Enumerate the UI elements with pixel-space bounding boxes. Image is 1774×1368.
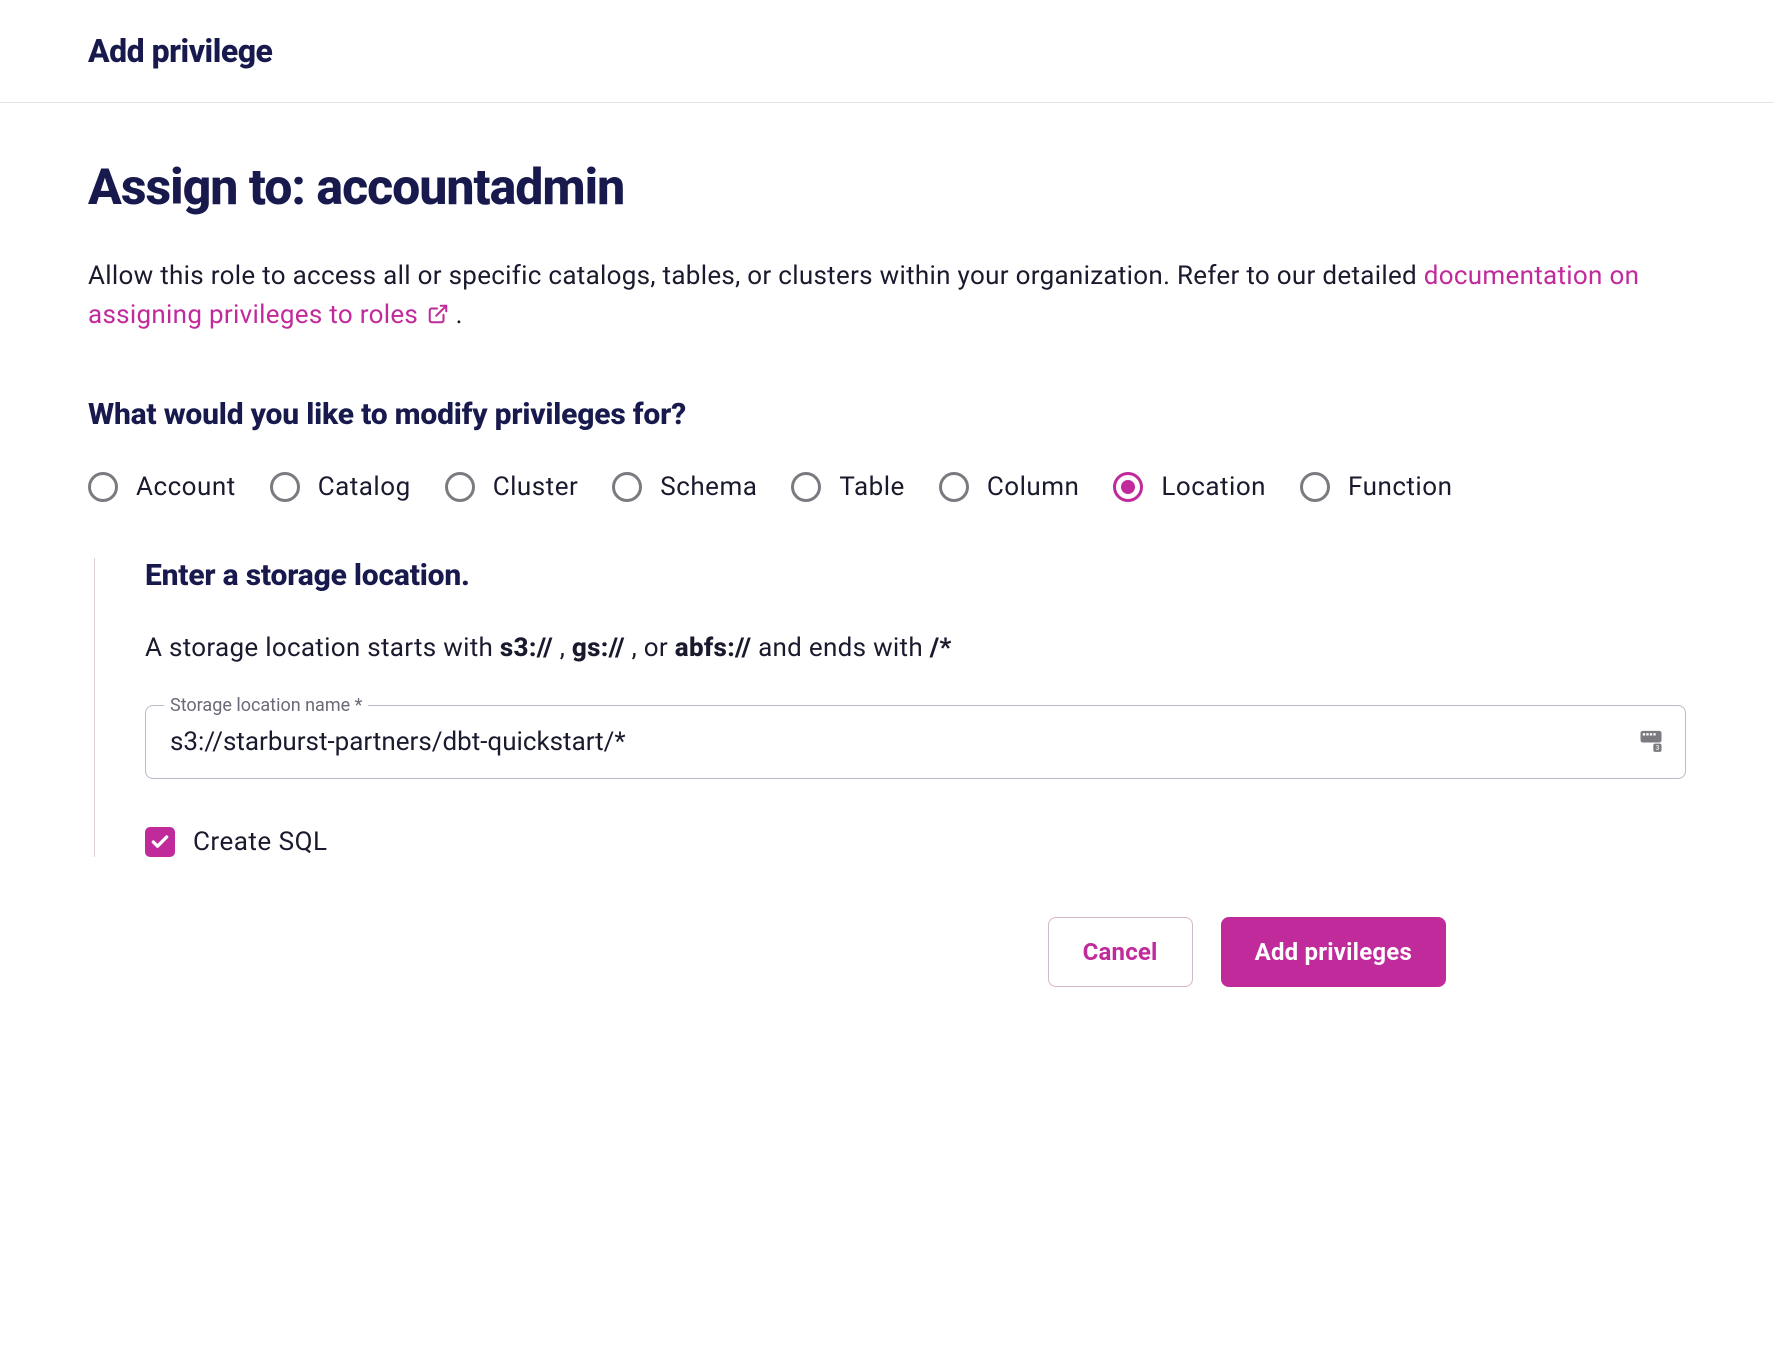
proto-s3: s3://	[500, 633, 553, 663]
radio-function[interactable]: Function	[1300, 472, 1452, 502]
external-link-icon	[427, 298, 449, 337]
modify-privileges-question: What would you like to modify privileges…	[88, 397, 1686, 432]
radio-circle-icon	[1113, 472, 1143, 502]
add-privilege-page: Add privilege Assign to: accountadmin Al…	[0, 0, 1774, 1368]
page-header: Add privilege	[0, 0, 1774, 103]
page-title: Add privilege	[88, 32, 1686, 70]
storage-location-title: Enter a storage location.	[145, 558, 1686, 593]
privilege-target-radio-group: Account Catalog Cluster Schema Table Column Lo…	[88, 472, 1686, 502]
radio-schema[interactable]: Schema	[612, 472, 757, 502]
description-suffix: .	[456, 300, 463, 330]
radio-circle-icon	[612, 472, 642, 502]
suffix-pattern: /*	[930, 633, 952, 663]
radio-catalog[interactable]: Catalog	[270, 472, 411, 502]
description-prefix: Allow this role to access all or specifi…	[88, 261, 1424, 291]
radio-table[interactable]: Table	[791, 472, 904, 502]
proto-abfs: abfs://	[675, 633, 752, 663]
radio-circle-icon	[939, 472, 969, 502]
create-sql-checkbox[interactable]: Create SQL	[145, 827, 1686, 857]
radio-label: Table	[839, 472, 904, 502]
storage-location-section: Enter a storage location. A storage loca…	[94, 558, 1686, 857]
assign-to-title: Assign to: accountadmin	[88, 159, 1686, 217]
storage-location-legend: Storage location name *	[164, 695, 368, 716]
page-content: Assign to: accountadmin Allow this role …	[0, 103, 1774, 1027]
proto-gs: gs://	[572, 633, 625, 663]
create-sql-label: Create SQL	[193, 827, 328, 857]
check-icon	[150, 832, 170, 852]
radio-label: Location	[1161, 472, 1266, 502]
storage-location-field[interactable]: Storage location name * 3	[145, 705, 1686, 779]
footer-buttons: Cancel Add privileges	[88, 917, 1686, 987]
radio-label: Account	[136, 472, 236, 502]
radio-circle-icon	[270, 472, 300, 502]
storage-location-description: A storage location starts with s3:// , g…	[145, 633, 1686, 663]
radio-account[interactable]: Account	[88, 472, 236, 502]
radio-cluster[interactable]: Cluster	[445, 472, 579, 502]
cancel-button[interactable]: Cancel	[1048, 917, 1193, 987]
radio-column[interactable]: Column	[939, 472, 1080, 502]
radio-label: Column	[987, 472, 1080, 502]
radio-label: Function	[1348, 472, 1452, 502]
radio-circle-icon	[445, 472, 475, 502]
checkbox-box	[145, 827, 175, 857]
radio-circle-icon	[88, 472, 118, 502]
storage-location-input[interactable]	[146, 706, 1685, 778]
radio-label: Schema	[660, 472, 757, 502]
radio-label: Cluster	[493, 472, 579, 502]
radio-circle-icon	[1300, 472, 1330, 502]
radio-circle-icon	[791, 472, 821, 502]
description-text: Allow this role to access all or specifi…	[88, 257, 1686, 337]
add-privileges-button[interactable]: Add privileges	[1221, 917, 1446, 987]
radio-label: Catalog	[318, 472, 411, 502]
radio-location[interactable]: Location	[1113, 472, 1266, 502]
svg-text:3: 3	[1655, 745, 1659, 752]
storage-suffix-icon: 3	[1637, 725, 1665, 759]
